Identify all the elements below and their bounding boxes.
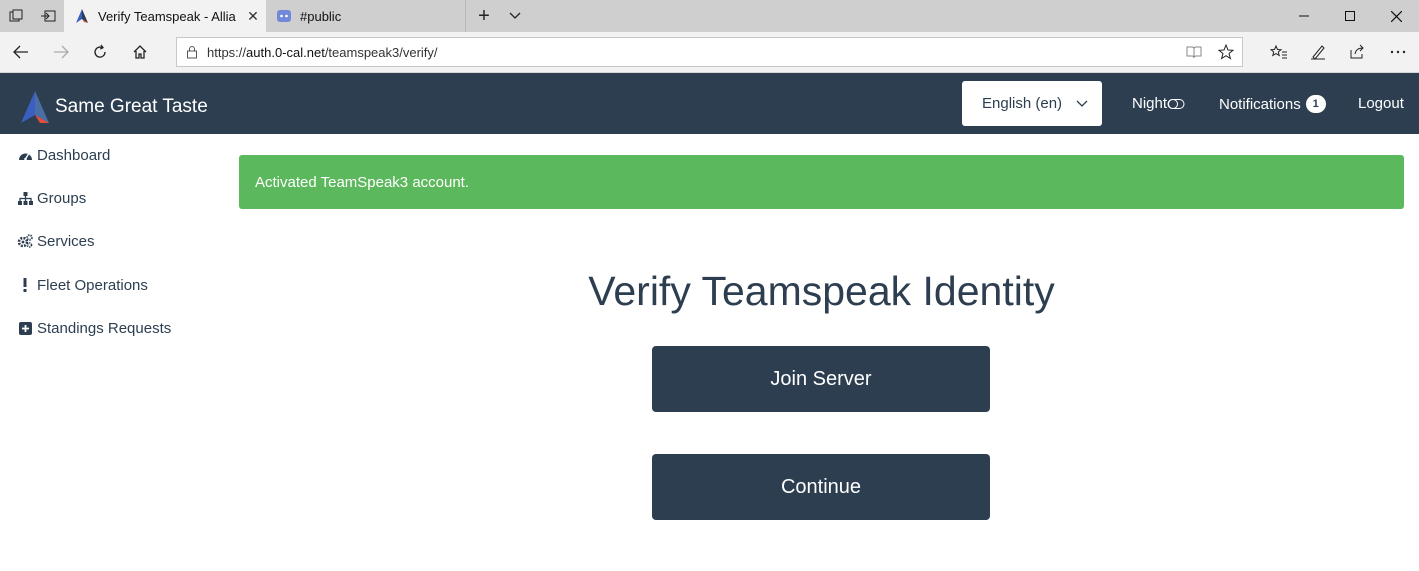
reading-view-icon[interactable]	[1178, 45, 1210, 59]
dashboard-icon	[16, 149, 34, 162]
notifications-link[interactable]: Notifications 1	[1219, 95, 1326, 113]
new-tab-icon[interactable]: +	[472, 0, 496, 32]
browser-toolbar: https://auth.0-cal.net/teamspeak3/verify…	[0, 32, 1419, 73]
exclamation-icon	[16, 278, 34, 292]
plus-square-icon	[16, 321, 34, 335]
url-scheme: https://	[207, 44, 247, 60]
url-path: /teamspeak3/verify/	[324, 44, 438, 60]
success-alert: Activated TeamSpeak3 account.	[239, 155, 1404, 209]
logout-link[interactable]: Logout	[1358, 95, 1404, 112]
tab-actions-icon[interactable]	[0, 0, 32, 32]
sitemap-icon	[16, 191, 34, 205]
chevron-down-icon	[1076, 95, 1088, 112]
language-select[interactable]: English (en)	[962, 81, 1102, 126]
brand-name: Same Great Taste	[55, 96, 208, 117]
auth-logo-icon	[76, 9, 88, 23]
tab-public[interactable]: #public	[266, 0, 466, 32]
share-icon[interactable]	[1340, 36, 1374, 68]
refresh-icon[interactable]	[83, 36, 117, 68]
back-icon[interactable]	[4, 36, 38, 68]
minimize-icon[interactable]	[1281, 0, 1327, 32]
home-icon[interactable]	[123, 36, 157, 68]
cogs-icon	[16, 234, 34, 248]
close-window-icon[interactable]	[1373, 0, 1419, 32]
browser-tab-strip: Verify Teamspeak - Allia ✕ #public +	[0, 0, 1419, 32]
url-host: auth.0-cal.net	[246, 44, 325, 60]
sidebar-item-label: Dashboard	[37, 146, 111, 164]
tab-title: #public	[300, 8, 342, 24]
favorite-star-icon[interactable]	[1210, 44, 1242, 60]
alliance-logo-icon	[21, 91, 49, 123]
page-title: Verify Teamspeak Identity	[588, 268, 1055, 314]
sidebar-item-label: Standings Requests	[37, 319, 172, 337]
language-selected: English (en)	[982, 95, 1063, 112]
url-text[interactable]: https://auth.0-cal.net/teamspeak3/verify…	[207, 45, 1178, 60]
join-server-button[interactable]: Join Server	[652, 346, 990, 412]
sidebar-item-groups[interactable]: Groups	[16, 187, 86, 209]
sidebar-item-label: Services	[37, 232, 95, 250]
tab-title: Verify Teamspeak - Allia	[98, 8, 236, 24]
more-options-icon[interactable]	[1381, 36, 1415, 68]
notifications-label: Notifications	[1219, 95, 1301, 113]
pen-icon[interactable]	[1301, 36, 1335, 68]
continue-button[interactable]: Continue	[652, 454, 990, 520]
set-tabs-aside-icon[interactable]	[32, 0, 64, 32]
site-navbar: Same Great Taste English (en) Night Noti…	[0, 73, 1419, 134]
discord-icon	[277, 10, 291, 22]
sidebar-item-standings-requests[interactable]: Standings Requests	[16, 317, 171, 339]
favorites-icon[interactable]	[1262, 36, 1296, 68]
chevron-down-icon[interactable]	[503, 0, 527, 32]
brand-link[interactable]: Same Great Taste	[20, 91, 208, 123]
sidebar-item-fleet-operations[interactable]: Fleet Operations	[16, 274, 148, 296]
address-bar[interactable]: https://auth.0-cal.net/teamspeak3/verify…	[176, 37, 1243, 67]
sidebar-item-services[interactable]: Services	[16, 230, 95, 252]
toggle-icon	[1167, 98, 1185, 109]
notifications-badge: 1	[1305, 95, 1326, 113]
night-mode-toggle[interactable]: Night	[1132, 95, 1185, 112]
tab-verify-teamspeak[interactable]: Verify Teamspeak - Allia ✕	[64, 0, 266, 32]
maximize-icon[interactable]	[1327, 0, 1373, 32]
night-label: Night	[1132, 95, 1168, 112]
sidebar-item-dashboard[interactable]: Dashboard	[16, 144, 110, 166]
close-tab-icon[interactable]: ✕	[240, 8, 266, 25]
sidebar-item-label: Groups	[37, 189, 87, 207]
forward-icon[interactable]	[44, 36, 78, 68]
lock-icon[interactable]	[177, 45, 207, 59]
sidebar-item-label: Fleet Operations	[37, 276, 148, 294]
